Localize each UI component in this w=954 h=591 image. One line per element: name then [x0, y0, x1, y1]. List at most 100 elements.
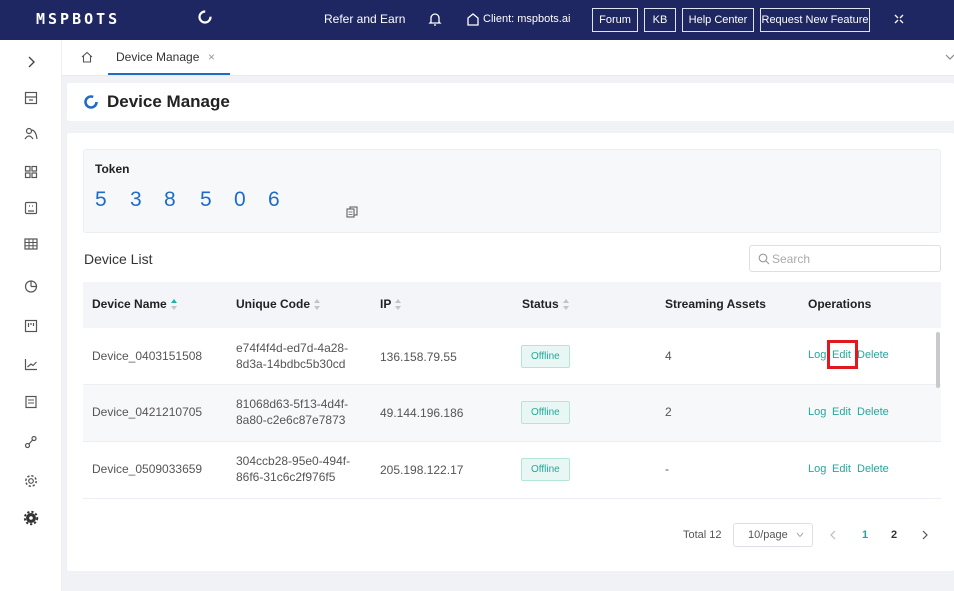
admin-settings-icon[interactable] [23, 510, 39, 526]
table-scrollbar[interactable] [936, 332, 940, 388]
log-link[interactable]: Log [808, 463, 826, 475]
token-digit: 8 [164, 188, 176, 211]
tab-label: Device Manage [116, 50, 200, 64]
chevron-down-icon[interactable] [944, 50, 954, 64]
home-icon[interactable] [80, 50, 94, 64]
token-digit: 5 [200, 188, 212, 211]
unique-code-line: 8a80-c2e6c87e7873 [236, 413, 346, 427]
token-digit: 6 [268, 188, 280, 211]
sort-icon[interactable] [395, 299, 402, 311]
table-icon[interactable] [23, 236, 39, 252]
table-header-row: Device Name Unique Code IP Status Stream… [83, 282, 941, 328]
tab-close-icon[interactable]: × [208, 40, 215, 74]
table-row: Device_0509033659 304ccb28-95e0-494f- 86… [83, 442, 941, 499]
total-count: Total 12 [683, 529, 722, 541]
request-new-feature-button[interactable]: Request New Feature [760, 8, 870, 32]
tab-device-manage[interactable]: Device Manage × [108, 40, 230, 75]
table-row: Device_0421210705 81068d63-5f13-4d4f- 8a… [83, 385, 941, 442]
sort-icon[interactable] [170, 299, 178, 311]
token-panel: Token 5 3 8 5 0 6 [83, 149, 941, 233]
delete-link[interactable]: Delete [857, 349, 889, 361]
column-header-unique-code[interactable]: Unique Code [236, 297, 321, 311]
edit-highlight-box [827, 340, 858, 369]
search-icon [758, 253, 770, 265]
next-page-icon[interactable] [921, 530, 929, 540]
prev-page-icon[interactable] [829, 530, 837, 540]
edit-link[interactable]: Edit [832, 406, 851, 418]
search-box [749, 245, 941, 272]
column-header-status[interactable]: Status [522, 297, 570, 311]
refer-and-earn-link[interactable]: Refer and Earn [324, 12, 405, 26]
bell-icon[interactable] [426, 10, 444, 28]
streaming-assets-cell: 2 [665, 405, 672, 419]
delete-link[interactable]: Delete [857, 406, 889, 418]
unique-code-line: e74f4f4d-ed7d-4a28- [236, 341, 349, 355]
line-chart-icon[interactable] [23, 356, 39, 372]
integration-icon[interactable] [23, 434, 39, 450]
document-icon[interactable] [23, 394, 39, 410]
column-label: IP [380, 297, 392, 311]
chevron-down-icon [796, 532, 804, 538]
token-digit: 0 [234, 188, 246, 211]
token-digit: 3 [130, 188, 142, 211]
device-name-cell: Device_0421210705 [92, 405, 203, 419]
client-label: Client: mspbots.ai [483, 13, 571, 25]
copy-icon[interactable] [346, 206, 358, 218]
table-row: Device_0403151508 e74f4f4d-ed7d-4a28- 8d… [83, 328, 941, 385]
column-header-streaming-assets: Streaming Assets [665, 297, 766, 311]
column-label: Status [522, 297, 559, 311]
refresh-icon [84, 95, 98, 109]
token-label: Token [95, 162, 130, 176]
page-size-select[interactable]: 10/page [733, 523, 813, 547]
sidebar [0, 40, 62, 591]
help-center-button[interactable]: Help Center [682, 8, 754, 32]
status-badge: Offline [521, 458, 570, 481]
log-link[interactable]: Log [808, 349, 826, 361]
home-outline-icon [467, 13, 479, 26]
column-header-operations: Operations [808, 297, 872, 311]
device-name-cell: Device_0403151508 [92, 349, 203, 363]
unique-code-line: 304ccb28-95e0-494f- [236, 454, 351, 468]
expand-chevron-icon[interactable] [23, 54, 39, 70]
apps-grid-icon[interactable] [23, 164, 39, 180]
token-digit: 5 [95, 188, 107, 211]
page-header: Device Manage [67, 83, 954, 121]
pie-chart-icon[interactable] [23, 278, 39, 294]
mspbots-logo[interactable]: MSPBOTS [36, 10, 120, 28]
page-number-1[interactable]: 1 [862, 529, 868, 541]
status-badge: Offline [521, 401, 570, 424]
log-link[interactable]: Log [808, 406, 826, 418]
unique-code-line: 8d3a-14bdbc5b30cd [236, 357, 346, 371]
content-card: Token 5 3 8 5 0 6 Device List Device Nam… [67, 133, 954, 571]
device-name-cell: Device_0509033659 [92, 462, 203, 476]
kb-button[interactable]: KB [644, 8, 676, 32]
dashboard-icon[interactable] [23, 90, 39, 106]
ip-cell: 205.198.122.17 [380, 463, 464, 477]
search-input[interactable] [772, 247, 932, 270]
edit-link[interactable]: Edit [832, 463, 851, 475]
ip-cell: 49.144.196.186 [380, 406, 464, 420]
streaming-assets-cell: - [665, 462, 669, 476]
unique-code-cell: 81068d63-5f13-4d4f- 8a80-c2e6c87e7873 [236, 396, 348, 428]
delete-link[interactable]: Delete [857, 463, 889, 475]
board-icon[interactable] [23, 318, 39, 334]
users-icon[interactable] [23, 126, 39, 142]
streaming-assets-cell: 4 [665, 349, 672, 363]
page-number-2[interactable]: 2 [891, 529, 897, 541]
forum-button[interactable]: Forum [592, 8, 638, 32]
sort-icon[interactable] [562, 299, 570, 311]
sync-icon[interactable] [197, 9, 213, 25]
unique-code-line: 81068d63-5f13-4d4f- [236, 397, 349, 411]
status-badge: Offline [521, 345, 570, 368]
column-header-ip[interactable]: IP [380, 297, 402, 311]
unique-code-cell: 304ccb28-95e0-494f- 86f6-31c6c2f976f5 [236, 453, 350, 485]
column-label: Device Name [92, 297, 167, 311]
device-table: Device Name Unique Code IP Status Stream… [83, 282, 941, 510]
monitor-icon[interactable] [23, 200, 39, 216]
sort-icon[interactable] [314, 299, 321, 311]
column-header-device-name[interactable]: Device Name [92, 297, 178, 311]
top-navigation-bar: MSPBOTS Refer and Earn Client: mspbots.a… [0, 0, 954, 40]
settings-icon[interactable] [23, 473, 39, 489]
fullscreen-icon[interactable] [890, 10, 908, 28]
unique-code-line: 86f6-31c6c2f976f5 [236, 470, 336, 484]
